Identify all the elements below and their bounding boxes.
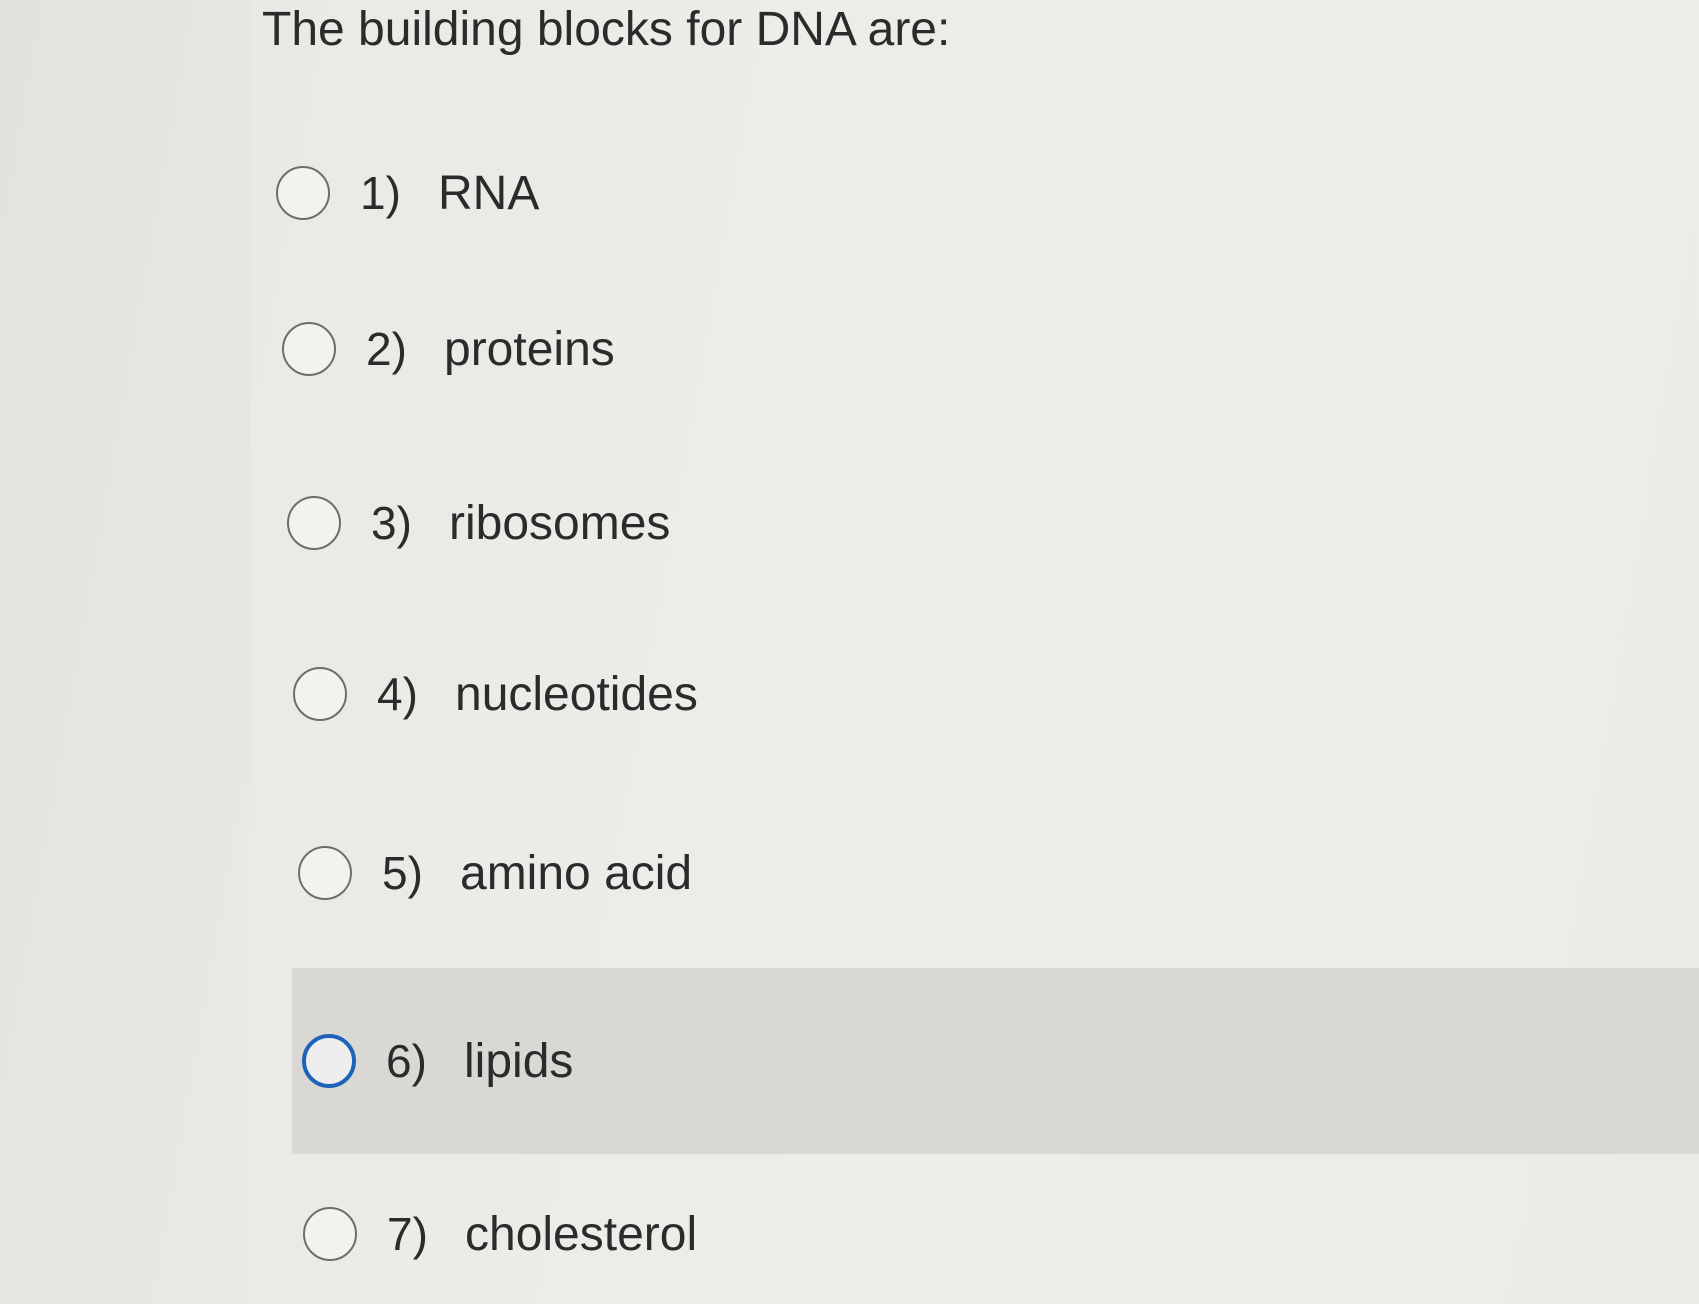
option-6[interactable]: 6) lipids bbox=[292, 968, 1699, 1154]
option-label: ribosomes bbox=[449, 496, 671, 550]
option-number: 6) bbox=[386, 1035, 427, 1087]
option-number: 4) bbox=[377, 668, 418, 720]
option-number: 3) bbox=[371, 497, 412, 549]
option-number: 2) bbox=[366, 323, 407, 375]
option-3[interactable]: 3) ribosomes bbox=[287, 463, 1587, 583]
option-4[interactable]: 4) nucleotides bbox=[293, 634, 1593, 754]
option-number: 1) bbox=[360, 167, 401, 219]
option-number: 7) bbox=[387, 1208, 428, 1260]
radio-button-4[interactable] bbox=[293, 667, 347, 721]
option-label: lipids bbox=[464, 1034, 574, 1088]
radio-button-7[interactable] bbox=[303, 1207, 357, 1261]
question-title: The building blocks for DNA are: bbox=[262, 3, 951, 56]
option-label: cholesterol bbox=[465, 1207, 698, 1261]
option-2[interactable]: 2) proteins bbox=[282, 289, 1582, 409]
option-1[interactable]: 1) RNA bbox=[276, 133, 1576, 253]
option-label: RNA bbox=[438, 166, 540, 220]
option-label: amino acid bbox=[460, 846, 693, 900]
radio-button-5[interactable] bbox=[298, 846, 352, 900]
option-5[interactable]: 5) amino acid bbox=[298, 813, 1598, 933]
radio-button-2[interactable] bbox=[282, 322, 336, 376]
option-label: nucleotides bbox=[455, 667, 698, 721]
option-label: proteins bbox=[444, 322, 615, 376]
option-number: 5) bbox=[382, 847, 423, 899]
radio-button-1[interactable] bbox=[276, 166, 330, 220]
radio-button-3[interactable] bbox=[287, 496, 341, 550]
option-7[interactable]: 7) cholesterol bbox=[303, 1174, 1603, 1294]
radio-button-6-selected[interactable] bbox=[302, 1034, 356, 1088]
